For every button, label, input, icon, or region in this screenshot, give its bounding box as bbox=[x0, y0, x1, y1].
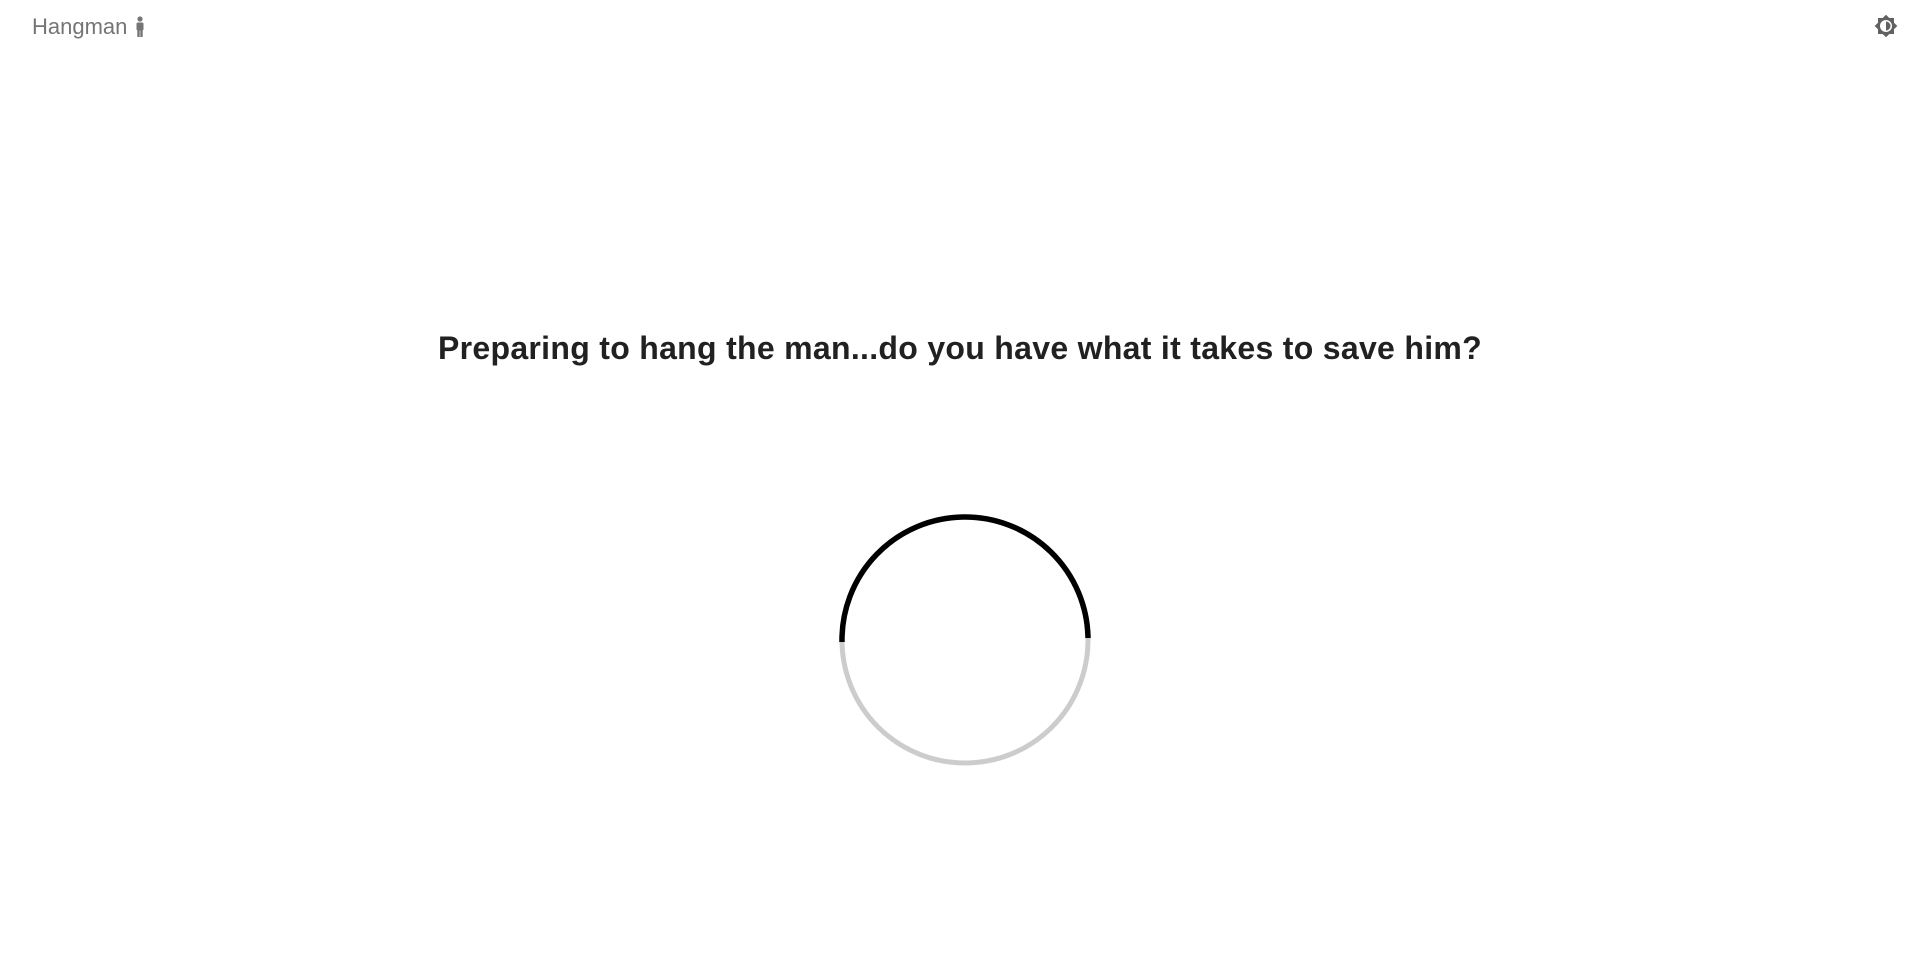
loading-spinner bbox=[839, 514, 1091, 766]
brightness-icon bbox=[1874, 14, 1898, 43]
page: Hangman Preparing to hang the man...do y… bbox=[0, 0, 1920, 962]
person-standing-icon bbox=[135, 16, 145, 38]
top-bar: Hangman bbox=[0, 0, 1920, 56]
loading-message: Preparing to hang the man...do you have … bbox=[437, 330, 1482, 366]
theme-toggle-button[interactable] bbox=[1872, 14, 1900, 42]
spinner-progress bbox=[839, 514, 1091, 643]
brand-title: Hangman bbox=[32, 14, 128, 39]
brand-link[interactable]: Hangman bbox=[32, 13, 145, 41]
